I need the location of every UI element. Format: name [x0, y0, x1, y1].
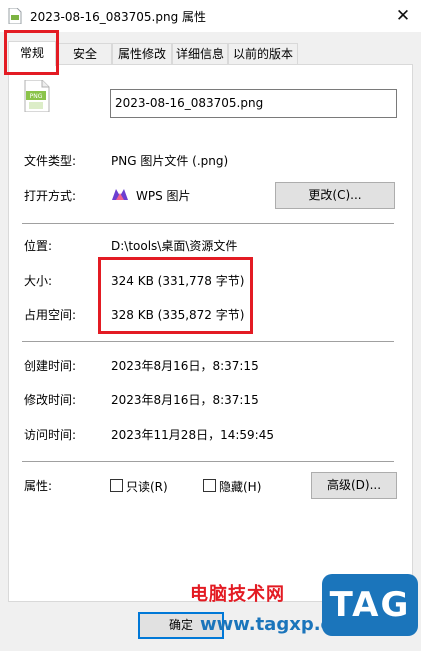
window-title: 2023-08-16_083705.png 属性	[30, 10, 207, 24]
tab-general[interactable]: 常规	[8, 41, 56, 66]
readonly-checkbox[interactable]	[110, 479, 123, 492]
title-bar: 2023-08-16_083705.png 属性 ✕	[0, 0, 421, 32]
watermark-site-name: 电脑技术网	[190, 584, 285, 605]
hidden-label[interactable]: 隐藏(H)	[219, 478, 261, 495]
close-button[interactable]: ✕	[385, 0, 421, 32]
wps-icon	[112, 189, 128, 200]
separator	[22, 341, 394, 342]
modified-value: 2023年8月16日，8:37:15	[111, 393, 259, 407]
tab-attribute-modify[interactable]: 属性修改	[112, 43, 172, 65]
file-type-label: 文件类型:	[24, 154, 77, 168]
svg-text:PNG: PNG	[30, 93, 43, 100]
tab-bar: 常规 安全 属性修改 详细信息 以前的版本	[8, 41, 413, 66]
highlight-box-size	[98, 257, 253, 334]
hidden-checkbox[interactable]	[203, 479, 216, 492]
png-file-icon: PNG	[24, 80, 50, 112]
change-button[interactable]: 更改(C)...	[275, 182, 395, 209]
created-value: 2023年8月16日，8:37:15	[111, 359, 259, 373]
tab-security[interactable]: 安全	[58, 43, 112, 65]
filename-input[interactable]: 2023-08-16_083705.png	[110, 89, 397, 118]
file-icon	[8, 8, 22, 24]
tab-details[interactable]: 详细信息	[172, 43, 228, 65]
accessed-label: 访问时间:	[24, 428, 77, 442]
accessed-value: 2023年11月28日，14:59:45	[111, 428, 274, 442]
attributes-label: 属性:	[24, 479, 53, 493]
tab-previous-versions[interactable]: 以前的版本	[228, 43, 298, 65]
readonly-label[interactable]: 只读(R)	[126, 478, 168, 495]
created-label: 创建时间:	[24, 359, 77, 373]
location-label: 位置:	[24, 239, 53, 253]
open-with-value: WPS 图片	[136, 189, 191, 203]
modified-label: 修改时间:	[24, 393, 77, 407]
file-type-value: PNG 图片文件 (.png)	[111, 154, 229, 168]
tag-logo: TAG	[322, 574, 418, 636]
location-value: D:\tools\桌面\资源文件	[111, 239, 238, 253]
separator	[22, 461, 394, 462]
advanced-button[interactable]: 高级(D)...	[311, 472, 397, 499]
disk-size-label: 占用空间:	[24, 308, 77, 322]
separator	[22, 223, 394, 224]
size-label: 大小:	[24, 274, 53, 288]
open-with-label: 打开方式:	[24, 189, 77, 203]
